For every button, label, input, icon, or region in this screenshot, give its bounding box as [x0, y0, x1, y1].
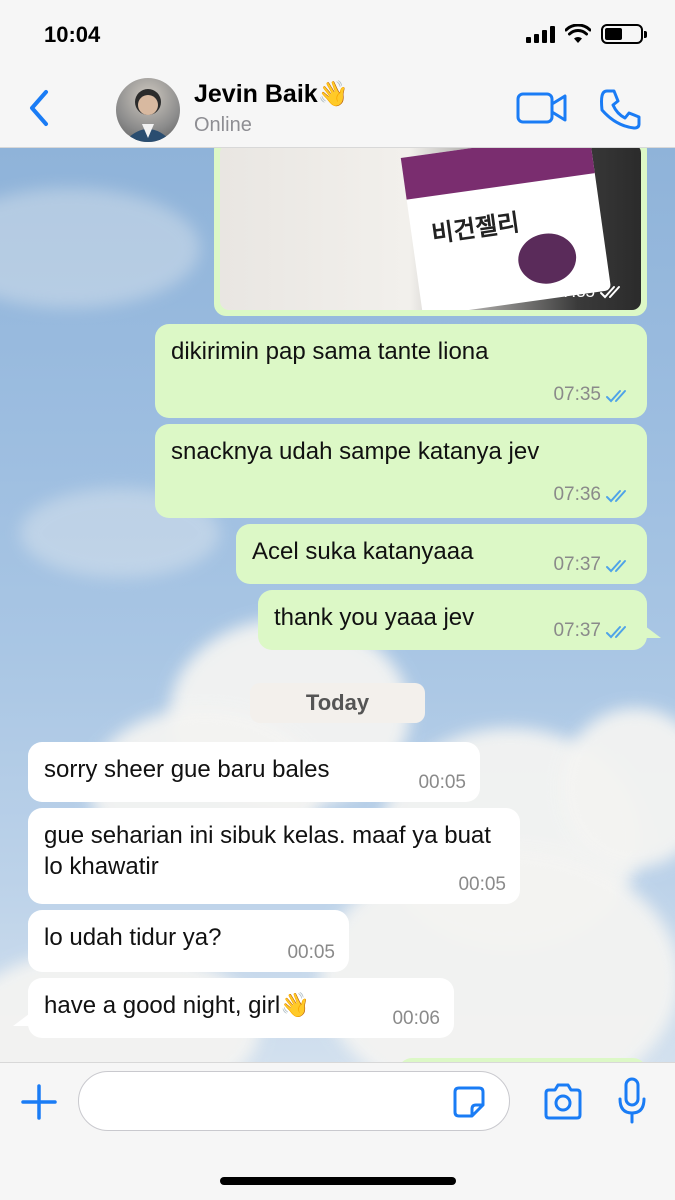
outgoing-message[interactable]: Acel suka katanyaaa 07:37 — [236, 524, 647, 584]
outgoing-message[interactable]: thank you yaaa jev 07:37 — [258, 590, 647, 650]
message-input-bar — [0, 1062, 675, 1200]
read-ticks-icon — [606, 625, 626, 639]
phone-icon[interactable] — [598, 88, 642, 130]
microphone-icon[interactable] — [616, 1077, 648, 1125]
message-timestamp: 07:36 — [553, 483, 633, 508]
contact-status: Online — [194, 114, 252, 136]
message-text: lo udah tidur ya? — [44, 924, 222, 951]
incoming-message[interactable]: have a good night, girl👋 00:06 — [28, 978, 454, 1038]
read-ticks-icon — [606, 559, 626, 573]
chat-messages-area[interactable]: 비건젤리 07:35 dikirimin pap sama tante lion… — [0, 148, 675, 1062]
contact-avatar[interactable] — [116, 78, 180, 142]
message-text: Acel suka katanyaaa — [252, 538, 474, 565]
outgoing-message[interactable]: snacknya udah sampe katanya jev 07:36 — [155, 424, 647, 518]
incoming-message[interactable]: gue seharian ini sibuk kelas. maaf ya bu… — [28, 808, 520, 904]
message-input[interactable] — [78, 1071, 510, 1131]
bubble-tail — [645, 626, 661, 638]
incoming-message[interactable]: lo udah tidur ya? 00:05 — [28, 910, 349, 972]
message-timestamp: 07:37 — [553, 619, 633, 644]
message-timestamp: 00:05 — [458, 874, 506, 896]
wifi-icon — [565, 24, 591, 43]
sticker-icon[interactable] — [452, 1085, 486, 1119]
message-text: snacknya udah sampe katanya jev — [171, 438, 540, 465]
back-chevron-icon[interactable] — [22, 86, 56, 130]
video-camera-icon[interactable] — [516, 90, 568, 126]
status-bar: 10:04 — [0, 0, 675, 70]
plus-icon[interactable] — [20, 1083, 58, 1121]
home-indicator[interactable] — [220, 1177, 456, 1185]
status-time: 10:04 — [44, 22, 101, 47]
bubble-tail — [13, 1014, 29, 1026]
outgoing-message[interactable]: dikirimin pap sama tante liona 07:35 — [155, 324, 647, 418]
read-ticks-icon — [606, 389, 626, 403]
read-ticks-icon — [606, 489, 626, 503]
date-divider: Today — [250, 683, 425, 723]
photo-timestamp: 07:35 — [552, 282, 627, 302]
message-timestamp: 00:05 — [287, 942, 335, 964]
status-icons — [526, 24, 647, 44]
contact-name[interactable]: Jevin Baik👋 — [194, 80, 349, 109]
message-text: dikirimin pap sama tante liona — [171, 338, 489, 365]
camera-icon[interactable] — [542, 1083, 584, 1121]
photo-message[interactable]: 비건젤리 07:35 — [214, 148, 647, 316]
message-text: gue seharian ini sibuk kelas. maaf ya bu… — [44, 822, 491, 881]
battery-icon — [601, 24, 647, 44]
chat-header: Jevin Baik👋 Online — [0, 70, 675, 148]
message-timestamp: 07:37 — [553, 553, 633, 578]
snack-photo[interactable]: 비건젤리 07:35 — [220, 148, 641, 310]
message-timestamp: 07:35 — [553, 383, 633, 408]
incoming-message[interactable]: sorry sheer gue baru bales 00:05 — [28, 742, 480, 802]
message-text: have a good night, girl👋 — [44, 992, 311, 1019]
message-text: sorry sheer gue baru bales — [44, 756, 330, 783]
read-ticks-icon — [600, 286, 620, 299]
message-timestamp: 00:06 — [392, 1008, 440, 1030]
cellular-signal-icon — [526, 25, 555, 43]
message-timestamp: 00:05 — [418, 772, 466, 794]
message-text: thank you yaaa jev — [274, 604, 475, 631]
